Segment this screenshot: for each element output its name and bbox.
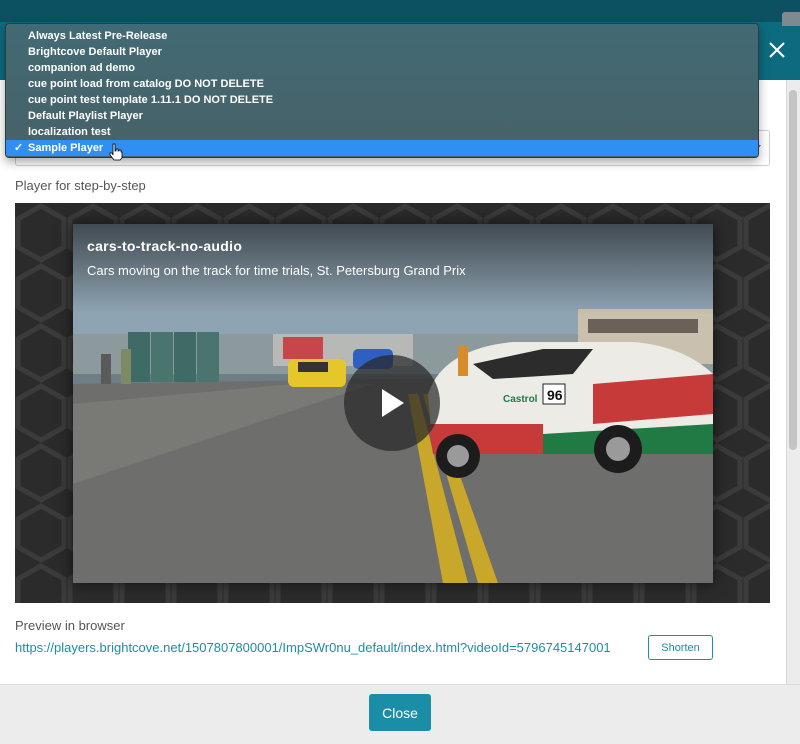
video-player-area: 96 Castrol cars-to-track-no-audio Cars m… — [15, 203, 770, 603]
dropdown-option[interactable]: cue point load from catalog DO NOT DELET… — [6, 76, 758, 92]
player-label: Player for step-by-step — [15, 178, 146, 193]
close-icon-glyph — [769, 42, 785, 58]
dropdown-option-label: Brightcove Default Player — [28, 46, 162, 58]
dropdown-option[interactable]: Always Latest Pre-Release — [6, 28, 758, 44]
close-button[interactable]: Close — [369, 694, 431, 731]
checkmark-icon: ✓ — [14, 142, 24, 154]
dropdown-option[interactable]: Default Playlist Player — [6, 108, 758, 124]
hand-cursor-icon — [109, 143, 123, 161]
video-frame[interactable]: 96 Castrol cars-to-track-no-audio Cars m… — [73, 224, 713, 583]
background-corner — [782, 12, 800, 26]
play-icon — [382, 389, 404, 417]
dropdown-option-label: cue point load from catalog DO NOT DELET… — [28, 78, 264, 90]
dropdown-option[interactable]: companion ad demo — [6, 60, 758, 76]
scrollbar-thumb[interactable] — [789, 90, 797, 450]
preview-label: Preview in browser — [15, 618, 125, 633]
video-description: Cars moving on the track for time trials… — [87, 263, 466, 278]
car-number: 96 — [547, 387, 563, 403]
top-bar — [0, 0, 800, 22]
dropdown-option-label: cue point test template 1.11.1 DO NOT DE… — [28, 94, 274, 106]
dropdown-option-label: localization test — [28, 126, 111, 138]
dropdown-option-label: Default Playlist Player — [28, 110, 143, 122]
dropdown-option[interactable]: cue point test template 1.11.1 DO NOT DE… — [6, 92, 758, 108]
dropdown-option-label: companion ad demo — [28, 62, 135, 74]
preview-url-link[interactable]: https://players.brightcove.net/150780780… — [15, 640, 611, 655]
dropdown-option[interactable]: Brightcove Default Player — [6, 44, 758, 60]
play-button[interactable] — [344, 355, 440, 451]
shorten-button[interactable]: Shorten — [648, 635, 713, 660]
dropdown-option-label: Always Latest Pre-Release — [28, 30, 168, 42]
dropdown-option-label: Sample Player — [28, 142, 104, 154]
close-icon[interactable] — [762, 34, 792, 66]
video-title: cars-to-track-no-audio — [87, 238, 243, 254]
car-sponsor: Castrol — [503, 394, 538, 405]
player-dropdown-list: Always Latest Pre-Release Brightcove Def… — [5, 23, 759, 158]
dropdown-option[interactable]: localization test — [6, 124, 758, 140]
